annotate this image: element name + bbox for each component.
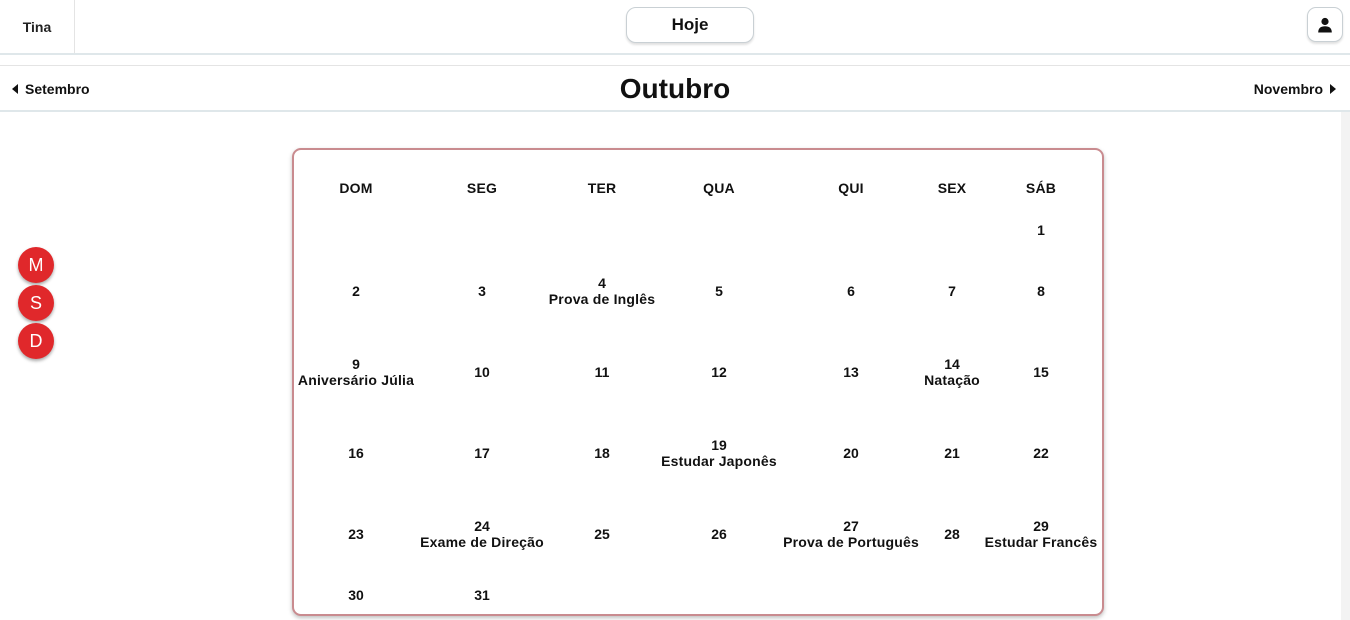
- previous-month-link[interactable]: Setembro: [12, 66, 90, 111]
- weekday-header: QUA: [703, 180, 735, 196]
- calendar-day[interactable]: 9 Aniversário Júlia: [298, 356, 414, 388]
- day-number: 2: [352, 283, 360, 299]
- caret-left-icon: [12, 83, 18, 94]
- day-number: 28: [944, 526, 960, 542]
- day-event[interactable]: Estudar Francês: [985, 534, 1098, 550]
- calendar-day[interactable]: 3: [478, 283, 486, 299]
- day-number: 7: [948, 283, 956, 299]
- calendar-day[interactable]: 7: [948, 283, 956, 299]
- day-number: 18: [594, 445, 610, 461]
- day-number: 5: [715, 283, 723, 299]
- calendar-day[interactable]: 8: [1037, 283, 1045, 299]
- day-number: 12: [711, 364, 727, 380]
- day-number: 3: [478, 283, 486, 299]
- calendar-day[interactable]: 11: [595, 364, 610, 380]
- calendar-day[interactable]: 20: [843, 445, 859, 461]
- day-number: 23: [348, 526, 364, 542]
- weekday-header: SEX: [937, 180, 967, 196]
- calendar-day[interactable]: 17: [474, 445, 490, 461]
- weekday-header: DOM: [339, 180, 373, 196]
- day-number: 21: [944, 445, 960, 461]
- day-number: 9: [352, 356, 360, 372]
- day-number: 31: [474, 587, 490, 603]
- calendar-day[interactable]: 30: [348, 587, 364, 603]
- calendar-day[interactable]: 16: [348, 445, 364, 461]
- day-number: 8: [1037, 283, 1045, 299]
- day-number: 20: [843, 445, 859, 461]
- day-event[interactable]: Prova de Português: [783, 534, 919, 550]
- calendar-day[interactable]: 28: [944, 526, 960, 542]
- previous-month-label: Setembro: [25, 80, 90, 97]
- today-button[interactable]: Hoje: [626, 7, 754, 43]
- day-number: 27: [843, 518, 859, 534]
- weekday-header: SÁB: [1025, 180, 1057, 196]
- calendar-day[interactable]: 22: [1033, 445, 1049, 461]
- calendar-day[interactable]: 31: [474, 587, 490, 603]
- calendar-day[interactable]: 2: [352, 283, 360, 299]
- view-week-button[interactable]: S: [18, 285, 54, 321]
- day-event[interactable]: Aniversário Júlia: [298, 372, 414, 388]
- day-number: 19: [711, 437, 727, 453]
- calendar-day[interactable]: 13: [843, 364, 859, 380]
- calendar-day[interactable]: 26: [711, 526, 727, 542]
- day-number: 14: [944, 356, 960, 372]
- calendar-day[interactable]: 18: [594, 445, 610, 461]
- calendar-day[interactable]: 14 Natação: [924, 356, 980, 388]
- calendar-day[interactable]: 25: [594, 526, 610, 542]
- day-number: 29: [1033, 518, 1049, 534]
- calendar-day[interactable]: 21: [944, 445, 960, 461]
- day-number: 26: [711, 526, 727, 542]
- view-month-button[interactable]: M: [18, 247, 54, 283]
- weekday-header: TER: [587, 180, 617, 196]
- day-number: 1: [1037, 222, 1045, 238]
- calendar-day[interactable]: 24 Exame de Direção: [420, 518, 544, 550]
- month-calendar: DOM SEG TER QUA QUI SEX SÁB 1 2 3 4 Prova de Inglês…: [292, 148, 1104, 616]
- day-number: 25: [594, 526, 610, 542]
- month-navigation: Outubro Setembro Novembro: [0, 65, 1350, 112]
- day-number: 6: [847, 283, 855, 299]
- day-number: 16: [348, 445, 364, 461]
- weekday-header: QUI: [838, 180, 864, 196]
- day-number: 24: [474, 518, 490, 534]
- day-number: 4: [598, 275, 606, 291]
- calendar-day[interactable]: 4 Prova de Inglês: [549, 275, 655, 307]
- day-number: 10: [474, 364, 490, 380]
- month-title: Outubro: [619, 72, 731, 104]
- next-month-label: Novembro: [1253, 80, 1323, 97]
- day-number: 30: [348, 587, 364, 603]
- calendar-day[interactable]: 5: [715, 283, 723, 299]
- day-event[interactable]: Natação: [924, 372, 980, 388]
- view-day-button[interactable]: D: [18, 323, 54, 359]
- calendar-day[interactable]: 23: [348, 526, 364, 542]
- calendar-day[interactable]: 19 Estudar Japonês: [661, 437, 777, 469]
- day-number: 15: [1033, 364, 1049, 380]
- top-bar: Tina Hoje: [0, 0, 1350, 55]
- calendar-day[interactable]: 27 Prova de Português: [783, 518, 919, 550]
- profile-button[interactable]: [1307, 7, 1343, 42]
- day-number: 22: [1033, 445, 1049, 461]
- day-event[interactable]: Exame de Direção: [420, 534, 544, 550]
- calendar-day[interactable]: 29 Estudar Francês: [985, 518, 1098, 550]
- user-name: Tina: [0, 0, 75, 53]
- calendar-day[interactable]: 10: [474, 364, 490, 380]
- calendar-day[interactable]: 6: [847, 283, 855, 299]
- day-number: 17: [474, 445, 490, 461]
- next-month-link[interactable]: Novembro: [1254, 66, 1336, 111]
- calendar-day[interactable]: 1: [1037, 222, 1045, 238]
- day-number: 13: [843, 364, 859, 380]
- user-icon: [1318, 17, 1332, 32]
- weekday-header: SEG: [466, 180, 498, 196]
- calendar-day[interactable]: 15: [1033, 364, 1049, 380]
- day-event[interactable]: Estudar Japonês: [661, 453, 777, 469]
- scrollbar[interactable]: [1341, 112, 1350, 620]
- day-event[interactable]: Prova de Inglês: [549, 291, 655, 307]
- calendar-day[interactable]: 12: [711, 364, 727, 380]
- view-mode-buttons: M S D: [18, 247, 54, 359]
- day-number: 11: [594, 364, 610, 380]
- caret-right-icon: [1330, 83, 1336, 94]
